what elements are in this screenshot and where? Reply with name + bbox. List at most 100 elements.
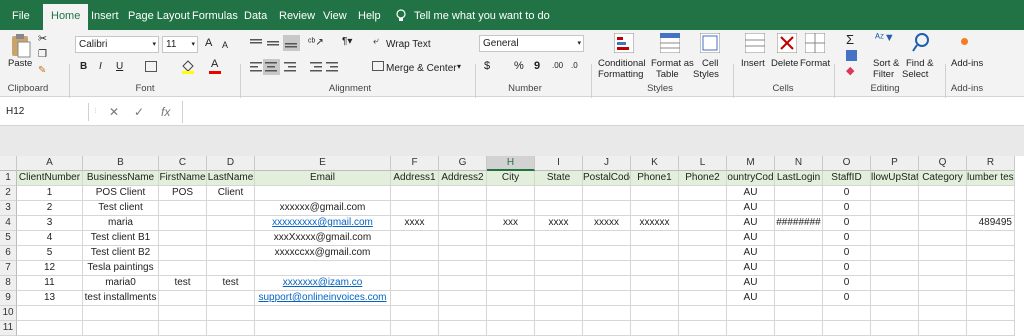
column-header-e[interactable]: E: [255, 156, 391, 171]
row-header[interactable]: 4: [0, 216, 17, 231]
italic-button[interactable]: I: [99, 61, 102, 72]
cell-f3[interactable]: [391, 201, 439, 216]
cell-a1[interactable]: ClientNumber: [17, 171, 83, 186]
cell-j6[interactable]: [583, 246, 631, 261]
cell-f7[interactable]: [391, 261, 439, 276]
cell-j9[interactable]: [583, 291, 631, 306]
cell-g9[interactable]: [439, 291, 487, 306]
cell-b11[interactable]: [83, 321, 159, 336]
row-header[interactable]: 10: [0, 306, 17, 321]
format-painter-icon[interactable]: ✎: [38, 65, 46, 76]
find-select-button[interactable]: Find &: [906, 58, 933, 69]
cell-p10[interactable]: [871, 306, 919, 321]
cell-b3[interactable]: Test client: [83, 201, 159, 216]
cell-k6[interactable]: [631, 246, 679, 261]
cell-a11[interactable]: [17, 321, 83, 336]
cell-p7[interactable]: [871, 261, 919, 276]
cell-j5[interactable]: [583, 231, 631, 246]
cell-f9[interactable]: [391, 291, 439, 306]
cell-e8[interactable]: xxxxxxx@izam.co: [255, 276, 391, 291]
row-header[interactable]: 6: [0, 246, 17, 261]
cell-q11[interactable]: [919, 321, 967, 336]
cell-d9[interactable]: [207, 291, 255, 306]
row-header[interactable]: 11: [0, 321, 17, 336]
cell-d4[interactable]: [207, 216, 255, 231]
cell-g1[interactable]: Address2: [439, 171, 487, 186]
cell-g7[interactable]: [439, 261, 487, 276]
cell-a4[interactable]: 3: [17, 216, 83, 231]
cell-g11[interactable]: [439, 321, 487, 336]
cell-f2[interactable]: [391, 186, 439, 201]
column-header-h[interactable]: H: [487, 156, 535, 171]
cell-a6[interactable]: 5: [17, 246, 83, 261]
cell-e10[interactable]: [255, 306, 391, 321]
cell-p3[interactable]: [871, 201, 919, 216]
font-color-button[interactable]: A: [211, 59, 218, 70]
cell-q3[interactable]: [919, 201, 967, 216]
align-center-icon[interactable]: [263, 59, 280, 75]
fill-icon[interactable]: [846, 50, 857, 61]
cell-n7[interactable]: [775, 261, 823, 276]
cell-e7[interactable]: [255, 261, 391, 276]
cell-f1[interactable]: Address1: [391, 171, 439, 186]
cell-p6[interactable]: [871, 246, 919, 261]
cell-o2[interactable]: 0: [823, 186, 871, 201]
cell-a2[interactable]: 1: [17, 186, 83, 201]
tab-formulas[interactable]: Formulas: [192, 7, 238, 25]
increase-indent-icon[interactable]: [326, 62, 338, 75]
cell-a10[interactable]: [17, 306, 83, 321]
cell-c11[interactable]: [159, 321, 207, 336]
cell-i11[interactable]: [535, 321, 583, 336]
cell-n11[interactable]: [775, 321, 823, 336]
cell-b5[interactable]: Test client B1: [83, 231, 159, 246]
decrease-indent-icon[interactable]: [310, 62, 322, 75]
cell-e5[interactable]: xxxXxxxx@gmail.com: [255, 231, 391, 246]
cell-o10[interactable]: [823, 306, 871, 321]
conditional-formatting-button[interactable]: Conditional: [598, 58, 646, 69]
cell-p2[interactable]: [871, 186, 919, 201]
cell-e2[interactable]: [255, 186, 391, 201]
bold-button[interactable]: B: [80, 61, 87, 72]
column-header-j[interactable]: J: [583, 156, 631, 171]
cell-c9[interactable]: [159, 291, 207, 306]
cell-e1[interactable]: Email: [255, 171, 391, 186]
cell-g2[interactable]: [439, 186, 487, 201]
font-size-select[interactable]: 11 ▾: [162, 36, 198, 53]
cell-c5[interactable]: [159, 231, 207, 246]
borders-icon[interactable]: [145, 61, 157, 72]
cell-d7[interactable]: [207, 261, 255, 276]
column-header-g[interactable]: G: [439, 156, 487, 171]
cell-m3[interactable]: AU: [727, 201, 775, 216]
cell-p8[interactable]: [871, 276, 919, 291]
cell-c1[interactable]: FirstName: [159, 171, 207, 186]
column-header-m[interactable]: M: [727, 156, 775, 171]
cell-e4[interactable]: xxxxxxxxx@gmail.com: [255, 216, 391, 231]
cell-g3[interactable]: [439, 201, 487, 216]
cell-l3[interactable]: [679, 201, 727, 216]
column-header-i[interactable]: I: [535, 156, 583, 171]
cell-p9[interactable]: [871, 291, 919, 306]
cell-n2[interactable]: [775, 186, 823, 201]
clear-icon[interactable]: ◆: [846, 64, 854, 77]
cell-r5[interactable]: [967, 231, 1015, 246]
delete-button[interactable]: Delete: [771, 58, 798, 69]
cell-r2[interactable]: [967, 186, 1015, 201]
cell-l7[interactable]: [679, 261, 727, 276]
cell-e11[interactable]: [255, 321, 391, 336]
align-bottom-icon[interactable]: [283, 35, 300, 51]
cell-n1[interactable]: LastLogin: [775, 171, 823, 186]
format-button[interactable]: Format: [800, 58, 830, 69]
align-right-icon[interactable]: [284, 62, 296, 75]
cell-f8[interactable]: [391, 276, 439, 291]
cell-m7[interactable]: AU: [727, 261, 775, 276]
cell-c8[interactable]: test: [159, 276, 207, 291]
cell-d3[interactable]: [207, 201, 255, 216]
cell-o6[interactable]: 0: [823, 246, 871, 261]
cell-h7[interactable]: [487, 261, 535, 276]
cell-q8[interactable]: [919, 276, 967, 291]
wrap-text-button[interactable]: Wrap Text: [386, 39, 431, 50]
cell-l2[interactable]: [679, 186, 727, 201]
cell-o1[interactable]: StaffID: [823, 171, 871, 186]
cell-c4[interactable]: [159, 216, 207, 231]
cell-k1[interactable]: Phone1: [631, 171, 679, 186]
